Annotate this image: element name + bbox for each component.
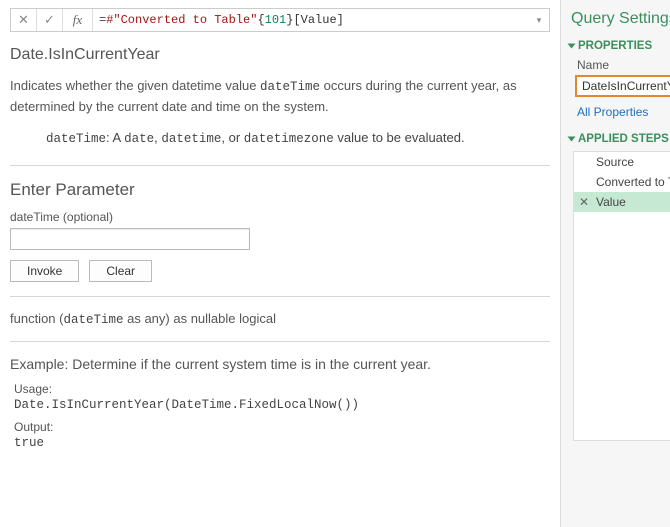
divider [10, 341, 550, 342]
function-title: Date.IsInCurrentYear [10, 46, 550, 64]
name-label: Name [577, 58, 670, 72]
confirm-icon[interactable]: ✓ [37, 9, 63, 31]
usage-code: Date.IsInCurrentYear(DateTime.FixedLocal… [14, 398, 550, 412]
main-panel: ✕ ✓ fx = #"Converted to Table" { 101 } [… [0, 0, 560, 527]
divider [10, 165, 550, 166]
properties-section-header[interactable]: PROPERTIES [569, 40, 670, 52]
formula-input[interactable]: = #"Converted to Table" { 101 } [Value] [93, 9, 529, 31]
applied-steps-section-header[interactable]: APPLIED STEPS [569, 133, 670, 145]
applied-steps-list: Source Converted to Table ✕ Value [573, 151, 670, 441]
clear-button[interactable]: Clear [89, 260, 152, 282]
fx-icon: fx [63, 9, 93, 31]
cancel-icon[interactable]: ✕ [11, 9, 37, 31]
function-signature: function (dateTime as any) as nullable l… [10, 311, 550, 327]
param-label: dateTime (optional) [10, 210, 550, 224]
formula-eq: = [99, 13, 106, 27]
param-description: dateTime: A date, datetime, or datetimez… [46, 128, 550, 149]
output-label: Output: [14, 420, 550, 434]
all-properties-link[interactable]: All Properties [577, 105, 670, 119]
query-name-input[interactable]: DateIsInCurrentYear [575, 75, 670, 97]
desc-text-a: Indicates whether the given datetime val… [10, 78, 260, 93]
expand-icon [568, 44, 576, 49]
divider [10, 296, 550, 297]
output-code: true [14, 436, 550, 450]
formula-bar: ✕ ✓ fx = #"Converted to Table" { 101 } [… [10, 8, 550, 32]
formula-field: [Value] [293, 13, 343, 27]
invoke-button[interactable]: Invoke [10, 260, 79, 282]
step-item[interactable]: Converted to Table [574, 172, 670, 192]
formula-brace-open: { [257, 13, 264, 27]
delete-step-icon[interactable]: ✕ [579, 195, 589, 209]
button-row: Invoke Clear [10, 260, 550, 282]
formula-expand-icon[interactable]: ▾ [529, 9, 549, 31]
example-heading: Example: Determine if the current system… [10, 356, 550, 372]
function-description: Indicates whether the given datetime val… [10, 76, 550, 116]
formula-num: 101 [265, 13, 287, 27]
formula-brace-close: } [286, 13, 293, 27]
step-item-selected[interactable]: ✕ Value [574, 192, 670, 212]
formula-lit: #"Converted to Table" [106, 13, 257, 27]
enter-parameter-heading: Enter Parameter [10, 180, 550, 200]
step-label: Value [596, 195, 626, 209]
desc-code: dateTime [260, 80, 320, 94]
datetime-input[interactable] [10, 228, 250, 250]
step-item[interactable]: Source [574, 152, 670, 172]
usage-label: Usage: [14, 382, 550, 396]
expand-icon [568, 137, 576, 142]
query-settings-panel: Query Settings PROPERTIES Name DateIsInC… [560, 0, 670, 527]
query-settings-title: Query Settings [571, 10, 670, 28]
param-name: dateTime [46, 132, 106, 146]
